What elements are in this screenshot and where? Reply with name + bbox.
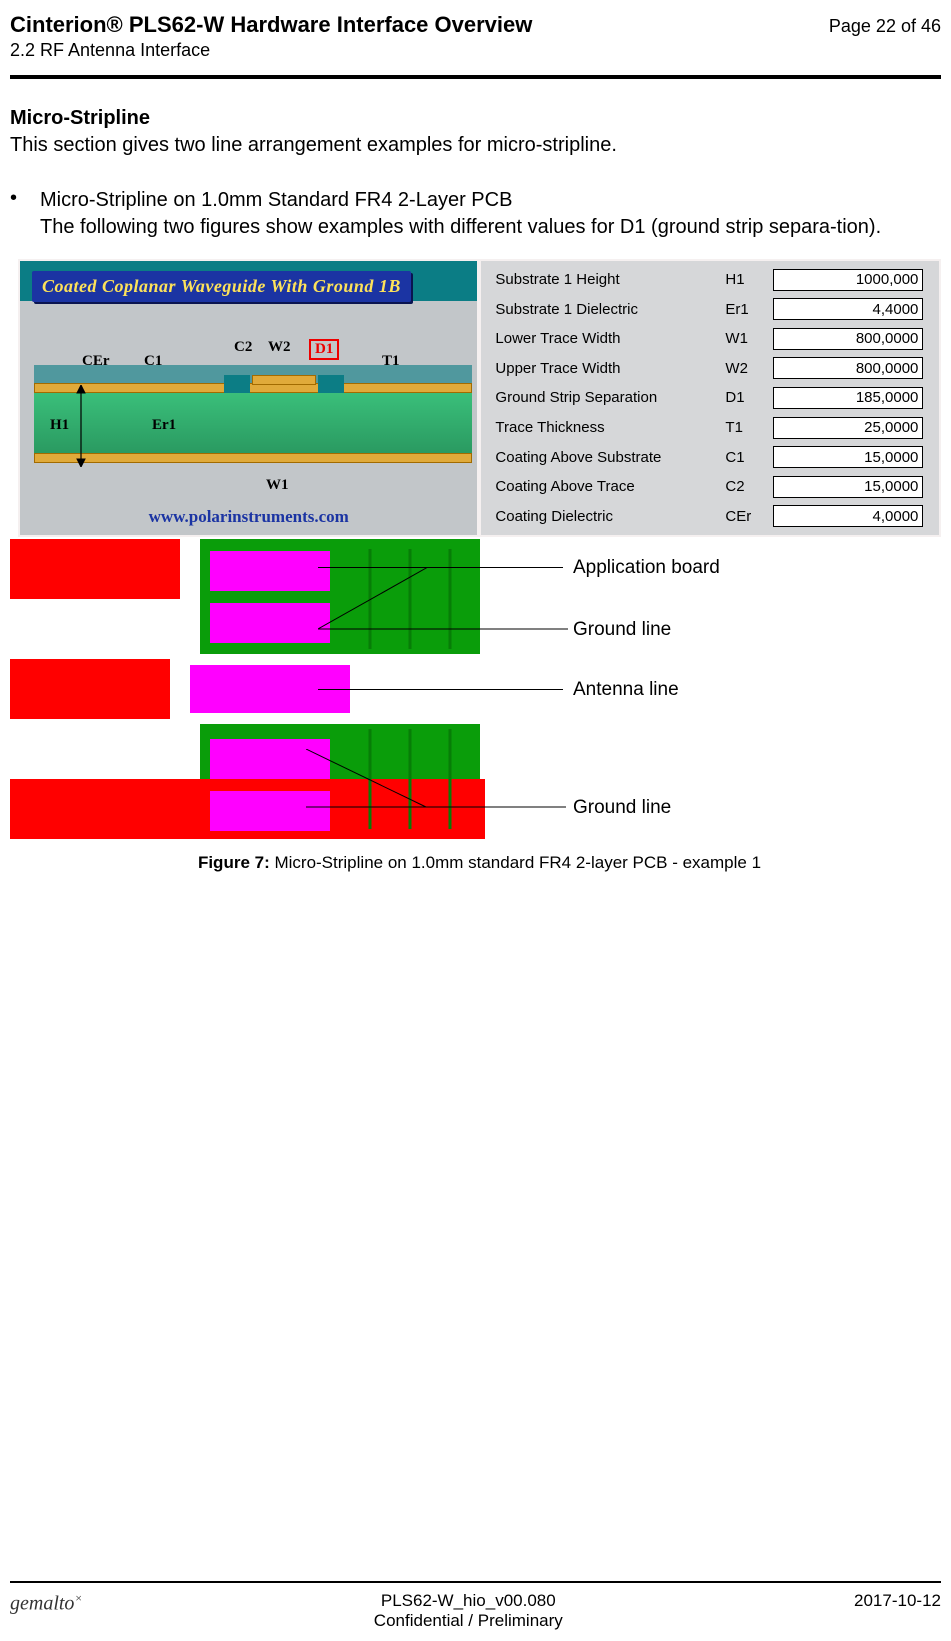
param-symbol: W2	[725, 360, 773, 377]
param-symbol: H1	[725, 271, 773, 288]
param-symbol: W1	[725, 330, 773, 347]
param-label: Substrate 1 Height	[495, 271, 725, 288]
gemalto-logo: gemalto×	[10, 1591, 83, 1616]
param-row: Ground Strip SeparationD1185,0000	[495, 387, 933, 409]
footer-rule	[10, 1581, 941, 1583]
param-label: Lower Trace Width	[495, 330, 725, 347]
param-symbol: C2	[725, 478, 773, 495]
param-value[interactable]: 15,0000	[773, 446, 923, 468]
section-heading: Micro-Stripline	[10, 107, 941, 130]
param-row: Upper Trace WidthW2800,0000	[495, 357, 933, 379]
param-label: Upper Trace Width	[495, 360, 725, 377]
label-w1: W1	[266, 477, 289, 494]
footer-confidential: Confidential / Preliminary	[374, 1611, 563, 1631]
bullet-marker: •	[10, 187, 40, 241]
param-label: Coating Dielectric	[495, 508, 725, 525]
param-value[interactable]: 800,0000	[773, 357, 923, 379]
param-symbol: Er1	[725, 301, 773, 318]
param-label: Coating Above Substrate	[495, 449, 725, 466]
param-row: Trace ThicknessT125,0000	[495, 417, 933, 439]
param-label: Trace Thickness	[495, 419, 725, 436]
bullet-text: The following two figures show examples …	[40, 216, 881, 238]
label-d1-highlight: D1	[309, 339, 339, 360]
page-content: Micro-Stripline This section gives two l…	[0, 79, 951, 873]
label-c2: C2	[234, 339, 252, 356]
page-header: Cinterion® PLS62-W Hardware Interface Ov…	[0, 0, 951, 69]
waveguide-illustration: Coated Coplanar Waveguide With Ground 1B…	[18, 259, 479, 537]
leader-ground-top	[318, 567, 578, 633]
label-c1: C1	[144, 353, 162, 370]
param-row: Substrate 1 DielectricEr14,4000	[495, 298, 933, 320]
param-value[interactable]: 15,0000	[773, 476, 923, 498]
param-row: Substrate 1 HeightH11000,000	[495, 269, 933, 291]
param-row: Lower Trace WidthW1800,0000	[495, 328, 933, 350]
param-label: Coating Above Trace	[495, 478, 725, 495]
label-cer: CEr	[82, 353, 110, 370]
param-label: Substrate 1 Dielectric	[495, 301, 725, 318]
param-symbol: T1	[725, 419, 773, 436]
bullet-title: Micro-Stripline on 1.0mm Standard FR4 2-…	[40, 189, 512, 211]
leader-ground-bot	[306, 749, 576, 813]
waveguide-source-url: www.polarinstruments.com	[20, 507, 477, 527]
param-symbol: C1	[725, 449, 773, 466]
annotation-ground-line-top: Ground line	[573, 619, 671, 641]
label-t1: T1	[382, 353, 400, 370]
figure-caption: Figure 7: Micro-Stripline on 1.0mm stand…	[18, 853, 941, 873]
footer-date: 2017-10-12	[854, 1591, 941, 1611]
waveguide-title: Coated Coplanar Waveguide With Ground 1B	[32, 271, 411, 302]
label-er1: Er1	[152, 417, 176, 434]
param-value[interactable]: 4,0000	[773, 505, 923, 527]
doc-title: Cinterion® PLS62-W Hardware Interface Ov…	[10, 12, 532, 38]
param-row: Coating Above SubstrateC115,0000	[495, 446, 933, 468]
param-value[interactable]: 4,4000	[773, 298, 923, 320]
page-indicator: Page 22 of 46	[829, 16, 941, 37]
figure-caption-text: Micro-Stripline on 1.0mm standard FR4 2-…	[274, 853, 761, 872]
pcb-cross-section: Application board Ground line Antenna li…	[18, 539, 938, 841]
section-label: 2.2 RF Antenna Interface	[10, 40, 941, 61]
param-symbol: D1	[725, 389, 773, 406]
param-value[interactable]: 185,0000	[773, 387, 923, 409]
param-value[interactable]: 1000,000	[773, 269, 923, 291]
figure-caption-lead: Figure 7:	[198, 853, 275, 872]
annotation-ground-line-bot: Ground line	[573, 797, 671, 819]
page-footer: gemalto× PLS62-W_hio_v00.080 Confidentia…	[0, 1581, 951, 1631]
bullet-item: • Micro-Stripline on 1.0mm Standard FR4 …	[10, 187, 941, 241]
param-value[interactable]: 800,0000	[773, 328, 923, 350]
footer-docnum: PLS62-W_hio_v00.080	[374, 1591, 563, 1611]
param-label: Ground Strip Separation	[495, 389, 725, 406]
annotation-application-board: Application board	[573, 557, 720, 579]
param-row: Coating DielectricCEr4,0000	[495, 505, 933, 527]
param-row: Coating Above TraceC215,0000	[495, 476, 933, 498]
label-w2: W2	[268, 339, 291, 356]
intro-paragraph: This section gives two line arrangement …	[10, 132, 941, 159]
param-value[interactable]: 25,0000	[773, 417, 923, 439]
parameter-panel: Substrate 1 HeightH11000,000Substrate 1 …	[479, 259, 941, 537]
figure-7: Coated Coplanar Waveguide With Ground 1B…	[18, 259, 941, 873]
label-h1: H1	[50, 417, 69, 434]
annotation-antenna-line: Antenna line	[573, 679, 679, 701]
param-symbol: CEr	[725, 508, 773, 525]
